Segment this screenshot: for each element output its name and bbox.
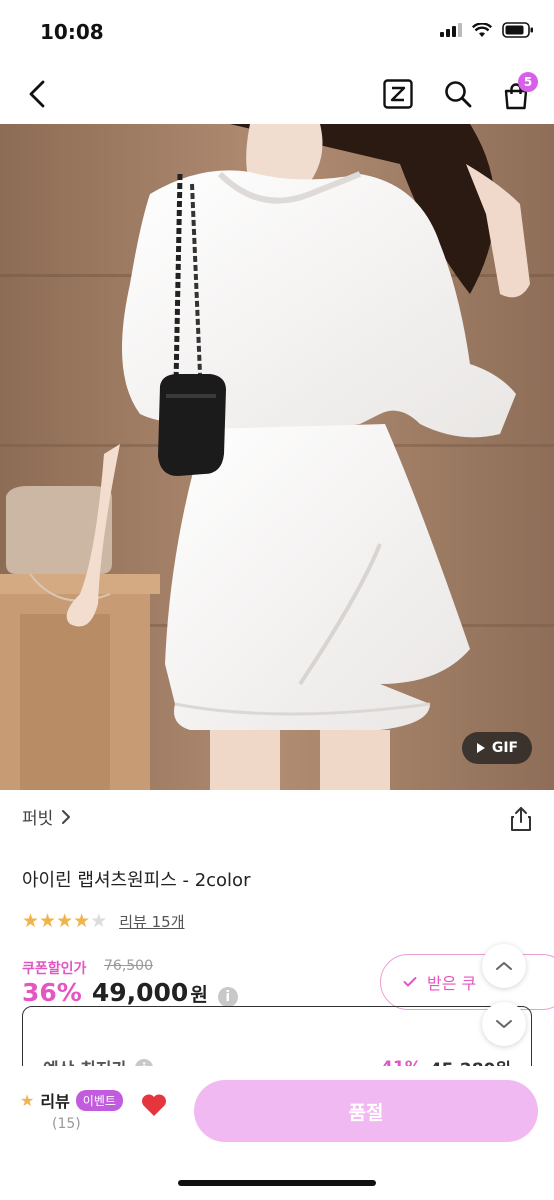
- home-indicator: [178, 1180, 376, 1186]
- wifi-icon: [472, 22, 492, 37]
- coupon-button-label: 받은 쿠: [427, 974, 477, 993]
- bottom-review-label: 리뷰: [40, 1092, 70, 1111]
- star-icon: ★: [73, 910, 91, 932]
- status-bar: 10:08: [0, 0, 554, 64]
- event-tag: 이벤트: [75, 1089, 123, 1111]
- back-arrow-icon[interactable]: [26, 80, 48, 108]
- status-icons: [440, 22, 534, 38]
- chevron-up-icon: [496, 962, 512, 970]
- cart-count-badge: 5: [518, 72, 538, 92]
- price-row: 36% 49,000 원 i: [22, 978, 238, 1007]
- cart-button[interactable]: 5: [500, 72, 540, 112]
- zigzag-z-icon[interactable]: [383, 79, 413, 109]
- sale-price: 49,000: [91, 978, 189, 1007]
- star-icon: ★: [39, 910, 57, 932]
- battery-icon: [502, 22, 533, 38]
- check-icon: [403, 977, 417, 987]
- chevron-down-icon: [496, 1020, 512, 1028]
- coupon-price-label: 쿠폰할인가: [22, 961, 87, 977]
- product-title: 아이린 랩셔츠원피스 - 2color: [22, 870, 251, 891]
- heart-icon[interactable]: [140, 1092, 168, 1118]
- scroll-down-button[interactable]: [482, 1002, 526, 1046]
- scroll-up-button[interactable]: [482, 944, 526, 988]
- rating-stars: ★★★★★: [22, 910, 107, 932]
- play-icon: [476, 743, 485, 753]
- rating-row: ★★★★★ 리뷰 15개: [22, 910, 185, 932]
- bottom-action-bar: ★ 리뷰 이벤트 (15) 품절: [0, 1066, 554, 1200]
- star-icon: ★: [56, 910, 74, 932]
- signal-icon: [440, 23, 462, 37]
- chevron-right-icon: [62, 809, 71, 824]
- soldout-button[interactable]: 품절: [194, 1080, 538, 1142]
- product-image[interactable]: GIF: [0, 124, 554, 790]
- currency-unit: 원: [190, 984, 208, 1006]
- top-nav: 5: [0, 64, 554, 124]
- gif-label: GIF: [491, 740, 519, 756]
- review-link[interactable]: 리뷰 15개: [119, 911, 184, 932]
- bottom-review-button[interactable]: ★ 리뷰 이벤트: [20, 1088, 123, 1112]
- gif-badge[interactable]: GIF: [462, 732, 532, 764]
- dress-photo-illustration: [0, 124, 554, 790]
- original-price: 76,500: [104, 958, 153, 974]
- discount-percent: 36%: [22, 978, 82, 1007]
- brand-link[interactable]: 퍼빗: [22, 804, 71, 829]
- coupon-download-button[interactable]: 받은 쿠: [380, 954, 554, 1010]
- bottom-review-count: (15): [52, 1116, 81, 1132]
- info-icon[interactable]: i: [217, 987, 238, 1007]
- share-icon[interactable]: [510, 806, 532, 832]
- star-icon: ★: [20, 1090, 35, 1110]
- brand-name: 퍼빗: [22, 809, 54, 829]
- star-empty-icon: ★: [90, 910, 108, 932]
- star-icon: ★: [22, 910, 40, 932]
- status-time: 10:08: [40, 20, 104, 44]
- search-icon[interactable]: [443, 79, 473, 109]
